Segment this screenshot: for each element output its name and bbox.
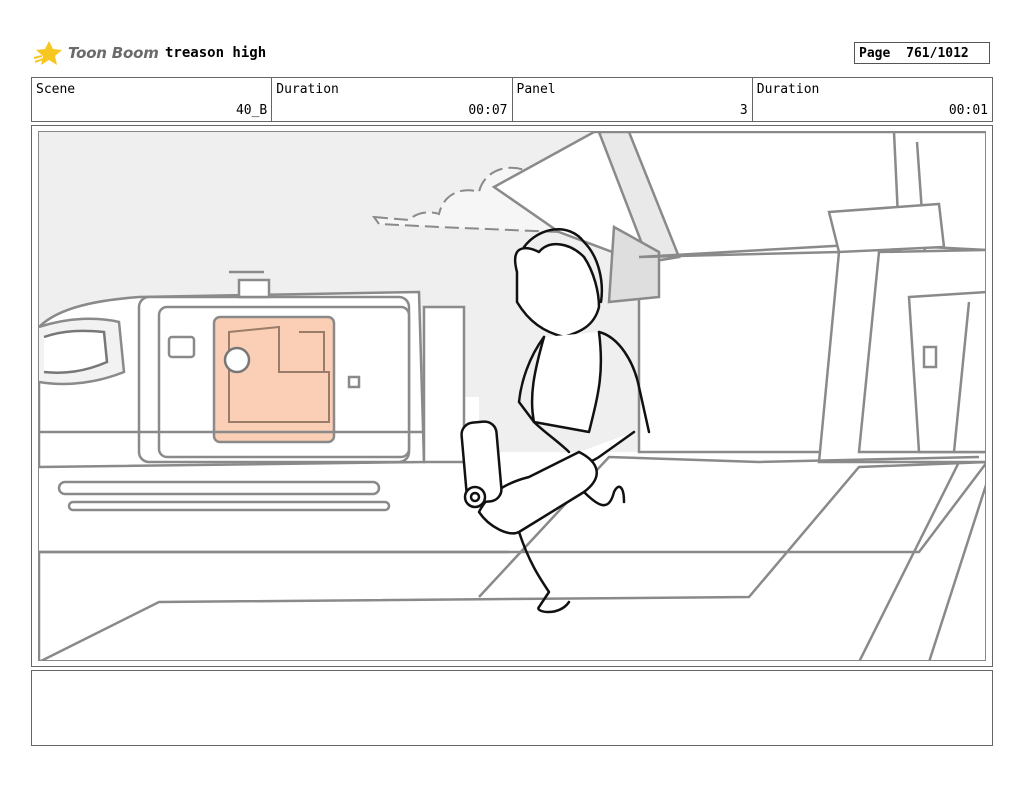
project-title: treason high [165,45,267,61]
toon-boom-star-icon [34,41,62,65]
logo-text: Toon Boom [68,44,159,62]
storyboard-panel-drawing [38,131,986,661]
panel-cell: Panel 3 [513,78,753,121]
scene-duration-cell: Duration 00:07 [272,78,513,121]
scene-duration-value: 00:07 [468,103,508,118]
page-label: Page [859,46,891,61]
vehicle-window [212,315,336,444]
panel-value: 3 [739,103,748,118]
scene-value: 40_B [235,103,268,118]
panel-duration-label: Duration [756,82,820,97]
scene-duration-label: Duration [276,82,339,97]
page-indicator: Page 761/1012 [854,42,990,64]
panel-duration-cell: Duration 00:01 [753,78,992,121]
panel-notes-area[interactable] [31,670,993,746]
panel-label: Panel [516,82,556,97]
scene-cell: Scene 40_B [32,78,273,121]
panel-info-row: Scene 40_B Duration 00:07 Panel 3 Durati… [31,77,993,122]
storyboard-panel-frame [31,125,993,667]
toon-boom-logo: Toon Boom [34,38,159,70]
page-value: 761/1012 [906,46,969,61]
panel-duration-value: 00:01 [948,103,988,118]
scene-sketch [39,132,985,660]
vehicle-sketch [39,270,466,512]
scene-label: Scene [36,82,76,97]
